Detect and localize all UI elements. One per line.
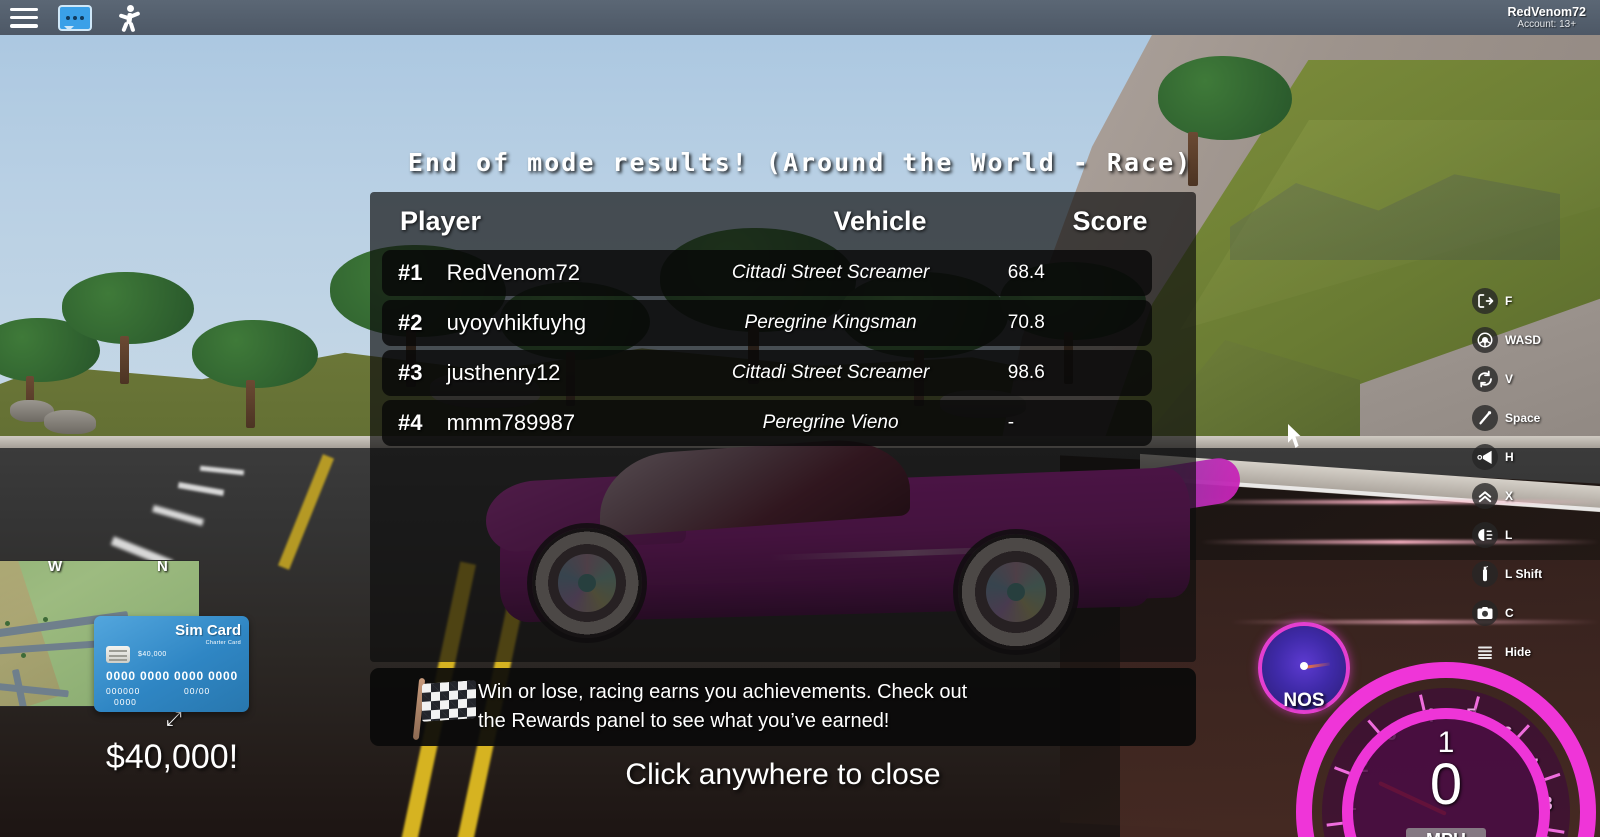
row-score: -: [1007, 412, 1015, 433]
row-score: 70.8: [1007, 312, 1045, 333]
minimap-tree: [21, 653, 26, 658]
row-rank: #4: [398, 410, 423, 435]
nos-hub: [1300, 662, 1308, 671]
rock: [44, 410, 96, 434]
checkered-flag-icon: [370, 668, 478, 746]
row-player: justhenry12: [446, 360, 561, 385]
row-rank: #2: [398, 310, 423, 335]
results-table-header: Player Vehicle Score: [370, 192, 1196, 250]
row-player: RedVenom72: [446, 260, 580, 285]
control-handbrake[interactable]: Space: [1472, 399, 1592, 437]
tip-line-2: the Rewards panel to see what you’ve ear…: [478, 710, 890, 732]
minimap-compass: W N: [0, 558, 200, 584]
control-nitro[interactable]: L Shift: [1472, 555, 1592, 593]
vehicle-controls-rail: F WASD V Space H X L L Shift C Hide: [1472, 282, 1592, 672]
speed-value: 0: [1429, 752, 1463, 817]
menu-button[interactable]: [0, 7, 38, 28]
row-rank: #1: [398, 260, 423, 285]
handbrake-icon: [1472, 405, 1498, 431]
minimap-tree: [43, 617, 48, 622]
tip-banner: Win or lose, racing earns you achievemen…: [370, 668, 1196, 746]
nos-label: NOS: [1283, 690, 1325, 711]
row-vehicle: Cittadi Street Screamer: [731, 362, 930, 383]
hamburger-menu-icon: [10, 7, 38, 28]
steering-wheel-icon: [1472, 327, 1498, 353]
row-rank: #3: [398, 360, 423, 385]
control-exit-vehicle[interactable]: F: [1472, 282, 1592, 320]
nos-gauge: NOS: [1258, 622, 1350, 714]
sim-card-popup: Sim Card Charter Card $40,000 0000 0000 …: [94, 616, 249, 712]
compass-north: N: [157, 558, 168, 575]
control-key-label: L: [1505, 528, 1513, 542]
cash-award-popup: $40,000!: [105, 738, 239, 776]
table-row: #4 mmm789987 Peregrine Vieno -: [382, 400, 1152, 446]
horn-icon: [1472, 444, 1498, 470]
sim-card-number: 0000 0000 0000 0000: [106, 669, 238, 683]
control-key-label: X: [1505, 489, 1514, 503]
control-boost[interactable]: X: [1472, 477, 1592, 515]
sim-card-line2: 0000: [114, 697, 137, 707]
sim-card-amount: $40,000: [138, 651, 167, 658]
control-horn[interactable]: H: [1472, 438, 1592, 476]
refresh-icon: [1472, 366, 1498, 392]
roblox-topbar: RedVenom72 Account: 13+: [0, 0, 1600, 35]
chat-bubble-icon: [58, 4, 92, 31]
row-vehicle: Cittadi Street Screamer: [731, 262, 930, 283]
control-key-label: L Shift: [1505, 567, 1543, 581]
sim-card-expiry: 00/00: [184, 686, 211, 696]
row-score: 98.6: [1007, 362, 1045, 383]
chat-button[interactable]: [38, 4, 92, 31]
tip-text: Win or lose, racing earns you achievemen…: [478, 678, 967, 736]
column-header-score: Score: [1072, 205, 1148, 236]
results-title: End of mode results! (Around the World -…: [407, 148, 1193, 177]
double-chevron-up-icon: [1472, 483, 1498, 509]
control-key-label: F: [1505, 294, 1513, 308]
accessibility-button[interactable]: [92, 4, 142, 32]
column-header-player: Player: [400, 205, 482, 236]
camera-icon: [1472, 600, 1498, 626]
table-row: #2 uyoyvhikfuyhg Peregrine Kingsman 70.8: [382, 300, 1152, 346]
minimap-tree: [5, 621, 10, 626]
row-vehicle: Peregrine Vieno: [762, 412, 899, 433]
compass-west: W: [48, 558, 63, 575]
row-score: 68.4: [1007, 262, 1045, 283]
control-key-label: Hide: [1505, 645, 1532, 659]
headlights-icon: [1472, 522, 1498, 548]
results-panel: Player Vehicle Score #1 RedVenom72 Citta…: [370, 192, 1196, 662]
control-key-label: H: [1505, 450, 1514, 464]
sim-card-title: Sim Card: [175, 622, 241, 639]
control-camera[interactable]: C: [1472, 594, 1592, 632]
control-key-label: Space: [1505, 411, 1541, 425]
row-player: uyoyvhikfuyhg: [446, 310, 587, 335]
exit-vehicle-icon: [1472, 288, 1498, 314]
column-header-vehicle: Vehicle: [833, 205, 927, 236]
control-key-label: V: [1505, 372, 1514, 386]
tip-line-1: Win or lose, racing earns you achievemen…: [478, 681, 968, 703]
control-headlights[interactable]: L: [1472, 516, 1592, 554]
results-table-body: #1 RedVenom72 Cittadi Street Screamer 68…: [370, 250, 1196, 446]
table-row: #1 RedVenom72 Cittadi Street Screamer 68…: [382, 250, 1152, 296]
sim-card-chip-icon: [106, 646, 130, 663]
control-flip-vehicle[interactable]: V: [1472, 360, 1592, 398]
speed-unit: MPH: [1406, 828, 1486, 837]
account-info: RedVenom72 Account: 13+: [1507, 5, 1586, 31]
row-vehicle: Peregrine Kingsman: [744, 312, 917, 333]
game-screen: RedVenom72 Account: 13+ End of mode resu…: [0, 0, 1600, 837]
sim-card-line1: 000000: [106, 686, 141, 696]
row-player: mmm789987: [446, 410, 576, 435]
account-name: RedVenom72: [1507, 4, 1586, 19]
control-key-label: WASD: [1505, 333, 1541, 347]
control-key-label: C: [1505, 606, 1514, 620]
nitro-bottle-icon: [1472, 561, 1498, 587]
accessibility-icon: [118, 4, 142, 32]
table-row: #3 justhenry12 Cittadi Street Screamer 9…: [382, 350, 1152, 396]
account-tier: Account: 13+: [1517, 18, 1577, 30]
close-hint[interactable]: Click anywhere to close: [370, 758, 1196, 792]
control-steering[interactable]: WASD: [1472, 321, 1592, 359]
sim-card-subtitle: Charter Card: [205, 640, 241, 646]
